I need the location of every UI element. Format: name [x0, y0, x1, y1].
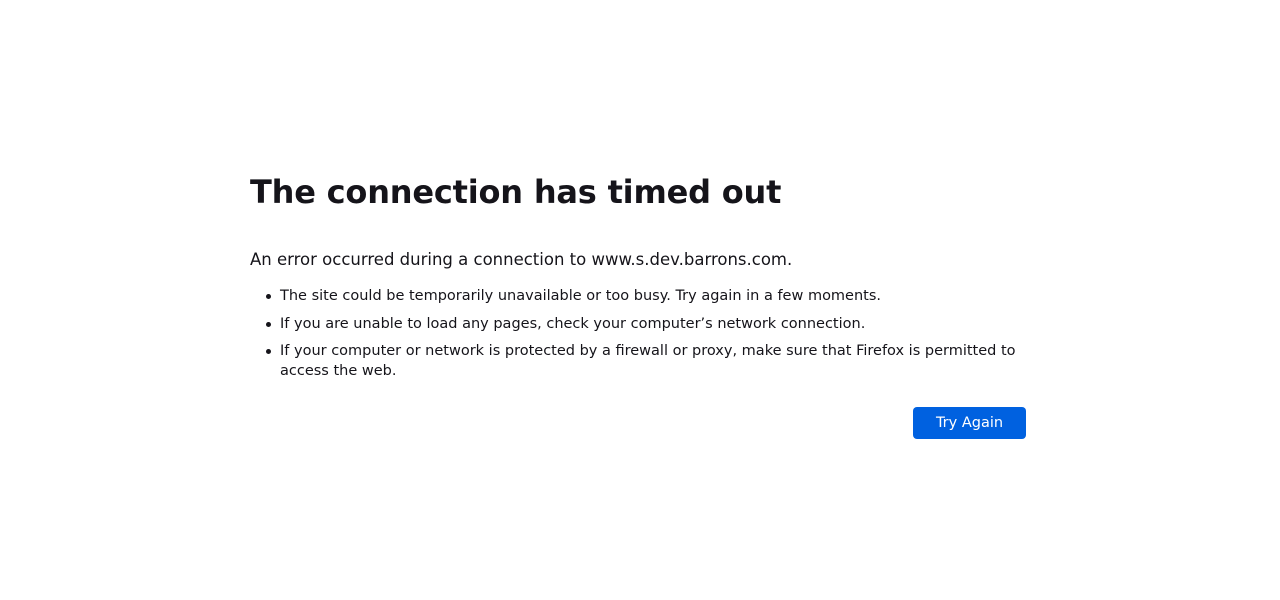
reason-text: If your computer or network is protected… [280, 343, 1016, 379]
error-page-container: The connection has timed out An error oc… [250, 172, 1026, 439]
list-item: If you are unable to load any pages, che… [266, 314, 1026, 334]
reason-text: The site could be temporarily unavailabl… [280, 288, 882, 304]
bullet-icon [266, 294, 271, 299]
list-item: The site could be temporarily unavailabl… [266, 286, 1026, 306]
actions-bar: Try Again [250, 407, 1026, 439]
bullet-icon [266, 321, 271, 327]
reason-text: If you are unable to load any pages, che… [280, 315, 866, 332]
list-item: If your computer or network is protected… [266, 341, 1026, 381]
bullet-icon [266, 349, 271, 354]
error-reasons-list: The site could be temporarily unavailabl… [250, 286, 1026, 381]
error-description: An error occurred during a connection to… [250, 250, 793, 269]
page-title: The connection has timed out [250, 173, 782, 211]
try-again-button[interactable]: Try Again [913, 407, 1026, 439]
